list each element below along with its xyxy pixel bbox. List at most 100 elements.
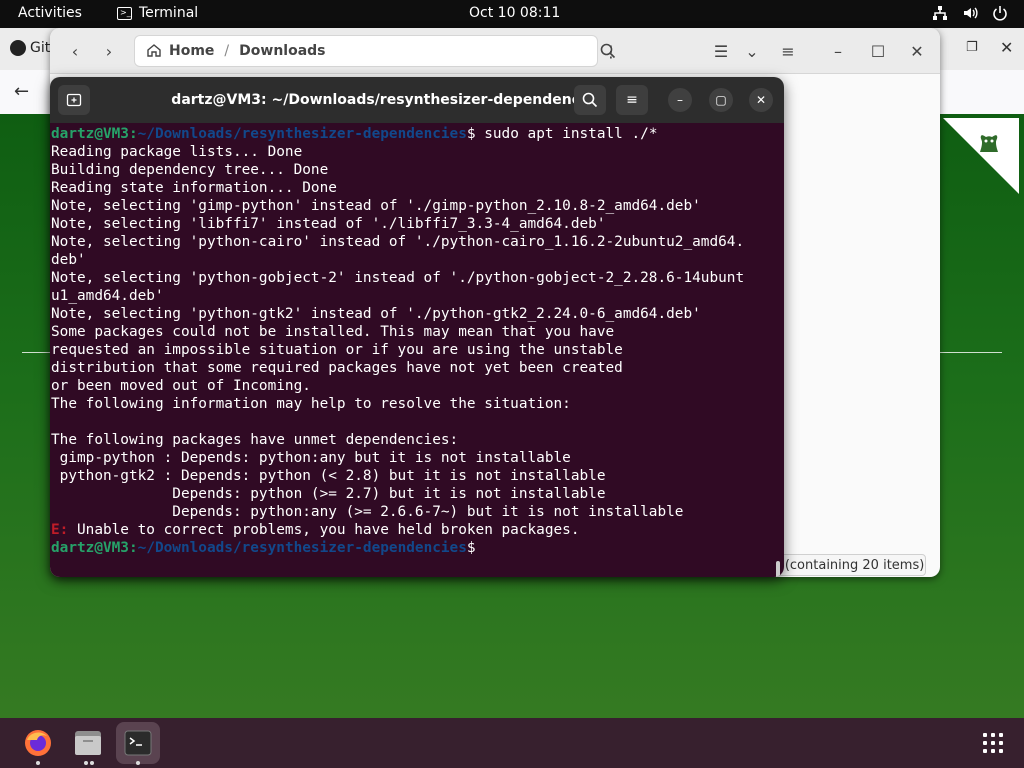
github-icon [10,40,26,56]
prompt-path: ~/Downloads/resynthesizer-dependencies [137,540,467,556]
maximize-icon: ☐ [870,41,886,61]
output-line: u1_amd64.deb' [51,288,164,304]
output-line: Note, selecting 'python-gtk2' instead of… [51,306,701,322]
error-line: E: Unable to correct problems, you have … [51,521,784,539]
output-line: Depends: python (>= 2.7) but it is not i… [51,486,606,502]
terminal-icon [124,730,152,756]
minimize-button[interactable]: – [822,35,854,67]
system-tray[interactable] [932,5,1008,21]
minimize-icon: – [677,93,683,107]
power-icon [992,5,1008,21]
output-line: Note, selecting 'gimp-python' instead of… [51,198,701,214]
close-icon[interactable]: ✕ [1000,38,1013,57]
error-message: Unable to correct problems, you have hel… [68,522,580,538]
breadcrumb-separator: / [224,43,230,59]
firefox-icon [25,730,51,756]
search-icon [582,92,598,108]
browser-tab[interactable]: Git [10,40,50,56]
chevron-right-icon: › [105,41,113,61]
breadcrumb-home[interactable]: Home [169,43,214,59]
output-line: gimp-python : Depends: python:any but it… [51,450,571,466]
output-line: Note, selecting 'libffi7' instead of './… [51,216,606,232]
output-line: Some packages could not be installed. Th… [51,324,615,340]
output-line: Reading package lists... Done [51,144,303,160]
chevron-left-icon: ‹ [71,41,79,61]
output-line: or been moved out of Incoming. [51,378,311,394]
running-indicator [90,761,94,765]
hamburger-icon: ≡ [781,41,795,61]
terminal-app-icon: >_ [117,6,132,20]
files-header-bar: ‹ › Home / Downloads ⋮ ☰ ⌄ ≡ – ☐ ✕ [50,28,940,74]
activities-button[interactable]: Activities [18,5,82,21]
octocat-icon [980,135,998,152]
files-icon [75,731,101,755]
nav-back-button[interactable]: ‹ [58,35,92,67]
prompt-path: ~/Downloads/resynthesizer-dependencies [137,126,467,142]
terminal-output: Reading package lists... Done Building de… [51,143,784,521]
terminal-body[interactable]: dartz@VM3:~/Downloads/resynthesizer-depe… [50,123,784,577]
search-button[interactable] [590,35,626,67]
terminal-scrollbar[interactable] [776,561,780,577]
volume-icon [962,5,978,21]
output-line: Building dependency tree... Done [51,162,329,178]
running-indicator [84,761,88,765]
chevron-down-icon: ⌄ [745,41,759,61]
nav-forward-button[interactable]: › [92,35,126,67]
close-icon: ✕ [755,93,767,107]
output-line: Depends: python:any (>= 2.6.6-7~) but it… [51,504,684,520]
dock-files[interactable] [66,722,110,764]
running-indicator [36,761,40,765]
dock [0,718,1024,768]
browser-tab-label: Git [30,40,51,56]
terminal-maximize-button[interactable]: ▢ [709,88,733,112]
minimize-icon: – [834,41,842,61]
dock-terminal[interactable] [116,722,160,764]
prompt-user: dartz@VM3 [51,540,129,556]
clock[interactable]: Oct 10 08:11 [469,5,560,21]
maximize-button[interactable]: ☐ [862,35,894,67]
back-arrow-icon[interactable]: ← [14,81,29,102]
restore-icon[interactable]: ❐ [966,40,978,55]
breadcrumb-downloads[interactable]: Downloads [239,43,325,59]
output-line: requested an impossible situation or if … [51,342,623,358]
hamburger-icon: ≡ [626,92,638,108]
terminal-close-button[interactable]: ✕ [749,88,773,112]
prompt-user: dartz@VM3 [51,126,129,142]
command-line: dartz@VM3:~/Downloads/resynthesizer-depe… [51,126,658,142]
running-indicator [136,761,140,765]
output-line: distribution that some required packages… [51,360,623,376]
view-options-button[interactable]: ⌄ [738,35,766,67]
dock-firefox[interactable] [16,722,60,764]
error-prefix: E: [51,522,69,538]
top-bar: Activities >_ Terminal Oct 10 08:11 [0,0,1024,28]
divider-right [940,352,1002,353]
app-menu-label: Terminal [139,5,199,21]
terminal-search-button[interactable] [574,85,606,115]
output-line: python-gtk2 : Depends: python (< 2.8) bu… [51,468,606,484]
command-text: sudo apt install ./* [484,126,658,142]
list-view-button[interactable]: ☰ [705,35,737,67]
path-bar[interactable]: Home / Downloads ⋮ [134,35,619,67]
network-icon [932,5,948,21]
close-icon: ✕ [910,41,924,61]
prompt-line[interactable]: dartz@VM3:~/Downloads/resynthesizer-depe… [51,539,784,557]
output-line: The following information may help to re… [51,396,571,412]
show-apps-icon[interactable] [983,733,1003,753]
terminal-header-bar: dartz@VM3: ~/Downloads/resynthesizer-dep… [50,77,784,123]
terminal-menu-button[interactable]: ≡ [616,85,648,115]
main-menu-button[interactable]: ≡ [772,35,804,67]
output-line: deb' [51,252,86,268]
terminal-minimize-button[interactable]: – [668,88,692,112]
maximize-icon: ▢ [715,93,727,107]
divider-left [22,352,52,353]
output-line: Note, selecting 'python-gobject-2' inste… [51,270,745,286]
app-menu[interactable]: >_ Terminal [117,5,198,21]
output-line: The following packages have unmet depend… [51,432,459,448]
output-line: Reading state information... Done [51,180,337,196]
output-line: Note, selecting 'python-cairo' instead o… [51,234,745,250]
search-icon [600,43,616,59]
list-view-icon: ☰ [713,41,729,61]
home-icon [147,42,161,61]
close-button[interactable]: ✕ [901,35,933,67]
